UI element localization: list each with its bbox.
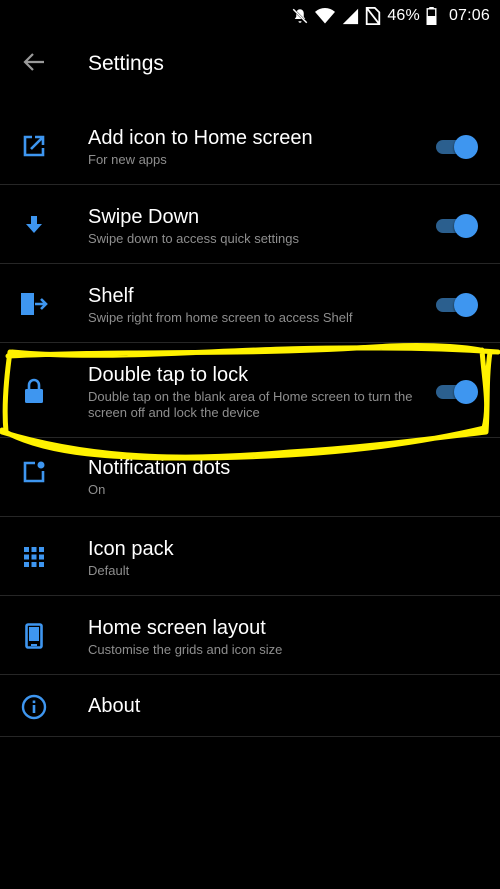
setting-add-icon-to-home[interactable]: Add icon to Home screen For new apps	[0, 106, 500, 185]
notification-dot-icon	[20, 458, 48, 486]
settings-list: Add icon to Home screen For new apps Swi…	[0, 106, 500, 737]
setting-title: Home screen layout	[88, 617, 266, 639]
setting-home-screen-layout[interactable]: Home screen layout Customise the grids a…	[0, 596, 500, 675]
wifi-icon	[315, 7, 336, 25]
setting-subtitle: Default	[88, 563, 130, 578]
setting-swipe-down[interactable]: Swipe Down Swipe down to access quick se…	[0, 185, 500, 264]
add-icon-toggle[interactable]	[436, 134, 478, 159]
setting-icon-pack[interactable]: Icon pack Default	[0, 517, 500, 596]
setting-shelf[interactable]: Shelf Swipe right from home screen to ac…	[0, 264, 500, 343]
double-tap-lock-toggle[interactable]	[436, 379, 478, 404]
clock: 07:06	[448, 7, 490, 24]
setting-title: Icon pack	[88, 538, 174, 560]
setting-subtitle: Customise the grids and icon size	[88, 642, 283, 657]
signal-icon	[341, 7, 359, 25]
setting-title: Notification dots	[88, 457, 231, 479]
setting-title: Swipe Down	[88, 206, 200, 228]
mute-icon	[291, 7, 309, 25]
status-bar: 46% 07:06	[0, 0, 500, 32]
grid-icon	[20, 543, 48, 571]
app-bar: Settings	[0, 38, 500, 90]
setting-notification-dots[interactable]: Notification dots On	[0, 438, 500, 517]
setting-subtitle: Double tap on the blank area of Home scr…	[88, 389, 413, 420]
lock-icon	[20, 377, 48, 405]
setting-subtitle: For new apps	[88, 152, 167, 167]
setting-title: Double tap to lock	[88, 364, 249, 386]
phone-layout-icon	[20, 622, 48, 650]
page-title: Settings	[88, 52, 164, 75]
shelf-icon	[20, 290, 48, 318]
setting-double-tap-to-lock[interactable]: Double tap to lock Double tap on the bla…	[0, 343, 500, 438]
setting-title: About	[88, 695, 141, 717]
no-sim-icon	[365, 7, 381, 25]
setting-subtitle: Swipe down to access quick settings	[88, 231, 299, 246]
info-icon	[20, 693, 48, 721]
battery-percent: 46%	[387, 7, 420, 24]
setting-title: Shelf	[88, 285, 134, 307]
setting-about[interactable]: About	[0, 675, 500, 737]
arrow-down-icon	[20, 211, 48, 239]
setting-subtitle: Swipe right from home screen to access S…	[88, 310, 353, 325]
back-button[interactable]	[18, 50, 50, 78]
setting-subtitle: On	[88, 482, 106, 497]
battery-icon	[426, 7, 437, 25]
back-arrow-icon	[23, 52, 45, 76]
shelf-toggle[interactable]	[436, 292, 478, 317]
add-to-home-icon	[20, 132, 48, 160]
setting-title: Add icon to Home screen	[88, 127, 313, 149]
swipe-down-toggle[interactable]	[436, 213, 478, 238]
